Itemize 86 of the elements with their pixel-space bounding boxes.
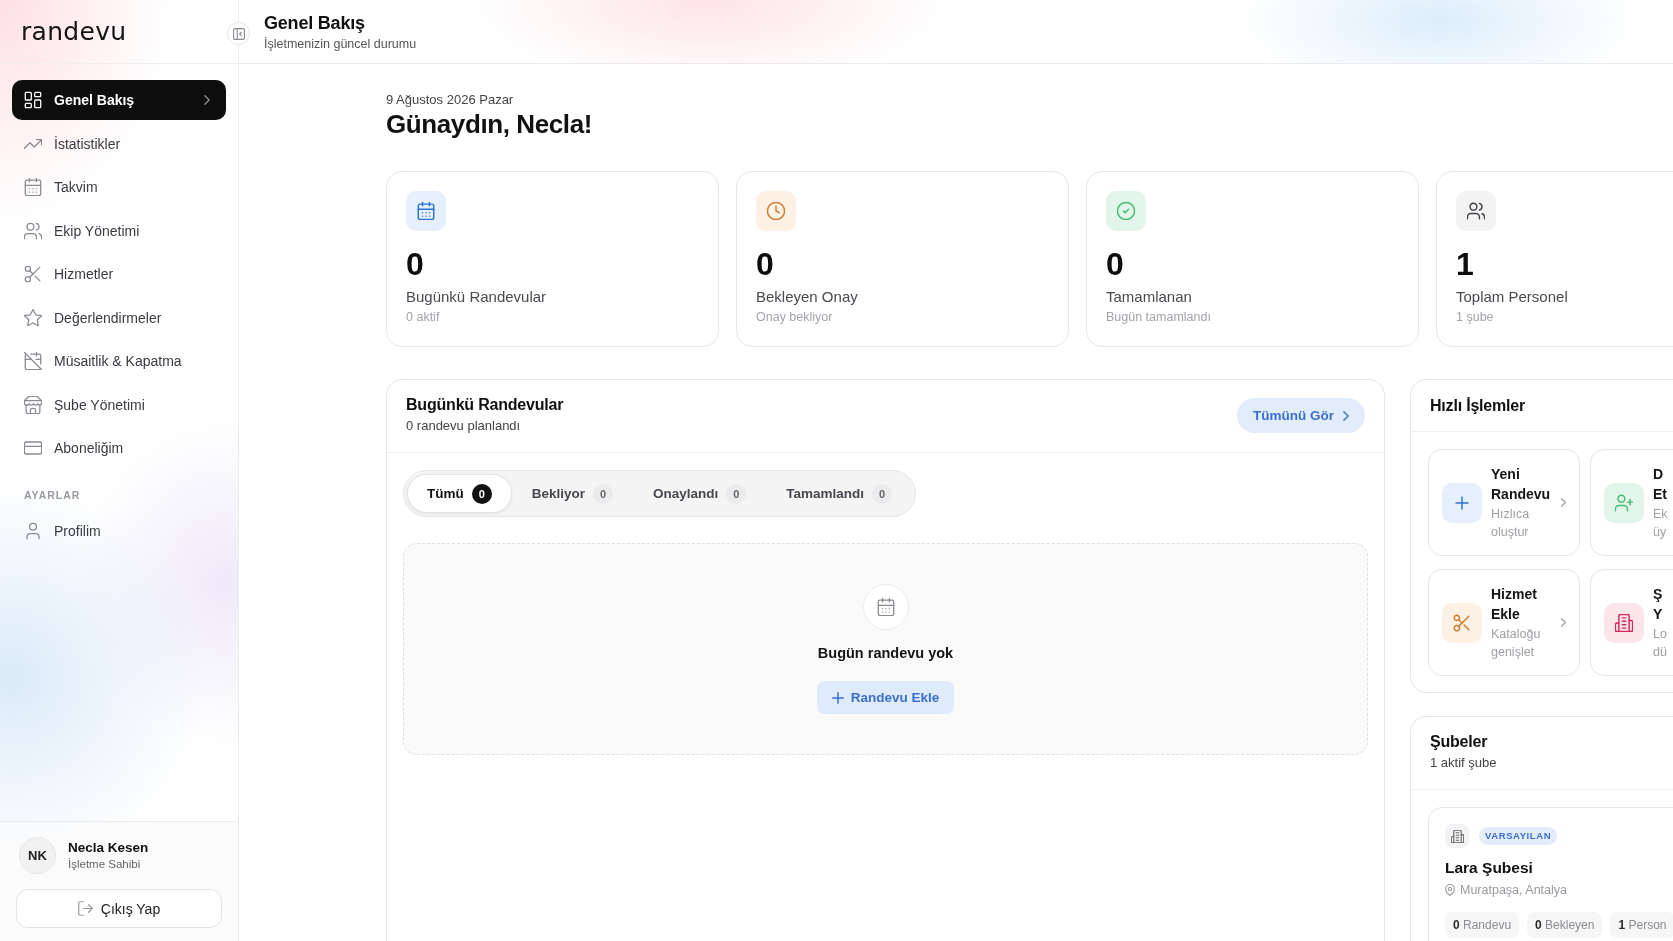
stat-label: Tamamlanan bbox=[1106, 287, 1193, 307]
panel-subtitle: 0 randevu planlandı bbox=[406, 417, 522, 435]
sidebar-item[interactable]: Ekip Yönetimi bbox=[12, 210, 226, 251]
stat-note: Onay bekliyor bbox=[756, 309, 834, 325]
stat-label: Toplam Personel bbox=[1456, 287, 1569, 307]
stat-label: Bugünkü Randevular bbox=[406, 287, 548, 307]
users-icon bbox=[24, 221, 42, 240]
panel-subtitle: 1 aktif şube bbox=[1430, 754, 1497, 772]
store-icon bbox=[24, 395, 42, 414]
sidebar-item[interactable]: Hizmetler bbox=[12, 254, 226, 294]
scissors-icon bbox=[24, 265, 42, 283]
logout-button[interactable]: Çıkış Yap bbox=[16, 889, 222, 928]
stat-value: 0 bbox=[756, 246, 775, 282]
panel-title: Bugünkü Randevular bbox=[406, 395, 564, 415]
stat-value: 0 bbox=[406, 246, 425, 282]
add-appointment-button[interactable]: Randevu Ekle bbox=[816, 681, 955, 714]
stat-note: Bugün tamamlandı bbox=[1106, 309, 1212, 325]
count-badge: 0 bbox=[872, 483, 893, 504]
credit-card-icon bbox=[24, 439, 42, 457]
plus-icon bbox=[831, 691, 844, 704]
stat-value: 1 bbox=[1456, 246, 1475, 282]
quick-action-card[interactable]: Hizmet Ekle Kataloğu genişlet bbox=[1428, 569, 1580, 676]
action-description: Hızlıca oluştur bbox=[1491, 506, 1531, 541]
branch-name: Lara Şubesi bbox=[1445, 858, 1534, 878]
chevron-right-icon bbox=[1561, 498, 1566, 507]
calendar-icon bbox=[862, 584, 909, 630]
default-badge: VARSAYILAN bbox=[1479, 827, 1558, 845]
logo-wordmark: randevu bbox=[21, 17, 127, 46]
panel-title: Hızlı İşlemler bbox=[1430, 396, 1526, 416]
count-chip: 1 Person bbox=[1610, 912, 1673, 938]
sidebar-item[interactable]: Genel Bakış bbox=[12, 80, 226, 120]
action-title: Yeni Randevu bbox=[1491, 465, 1551, 504]
logout-icon bbox=[77, 901, 93, 916]
avatar-initials: NK bbox=[19, 837, 56, 874]
action-description: Lo dü bbox=[1653, 626, 1667, 661]
page-title: Genel Bakış bbox=[264, 11, 366, 34]
page-subtitle: İşletmenizin güncel durumu bbox=[264, 35, 418, 52]
quick-action-card[interactable]: D Et Ek üy bbox=[1590, 449, 1673, 556]
user-name: Necla Kesen bbox=[68, 839, 149, 857]
stat-note: 0 aktif bbox=[406, 309, 441, 325]
action-title: D Et bbox=[1653, 465, 1668, 504]
count-badge: 0 bbox=[593, 483, 614, 504]
sidebar-item[interactable]: Müsaitlik & Kapatma bbox=[12, 341, 226, 381]
count-chip: 0 Randevu bbox=[1445, 912, 1520, 938]
filter-tab[interactable]: Tümü 0 bbox=[407, 474, 512, 513]
map-pin-icon bbox=[1445, 884, 1455, 896]
filter-tab[interactable]: Bekliyor 0 bbox=[511, 474, 634, 513]
panel-title: Şubeler bbox=[1430, 732, 1489, 752]
sidebar-item[interactable]: Aboneliğim bbox=[12, 428, 226, 468]
count-badge: 0 bbox=[726, 483, 747, 504]
calendar-off-icon bbox=[24, 352, 42, 370]
branch-location: Muratpaşa, Antalya bbox=[1460, 882, 1567, 899]
quick-action-card[interactable]: Yeni Randevu Hızlıca oluştur bbox=[1428, 449, 1580, 556]
greeting-heading: Günaydın, Necla! bbox=[386, 108, 593, 140]
action-description: Kataloğu genişlet bbox=[1491, 626, 1541, 661]
action-title: Hizmet Ekle bbox=[1491, 585, 1538, 624]
chevron-right-icon bbox=[1561, 618, 1566, 627]
star-icon bbox=[24, 308, 42, 327]
sidebar-item[interactable]: Takvim bbox=[12, 167, 226, 207]
count-badge: 0 bbox=[471, 483, 492, 504]
action-description: Ek üy bbox=[1653, 506, 1668, 541]
section-heading: AYARLAR bbox=[24, 487, 82, 502]
filter-tab[interactable]: Tamamlandı 0 bbox=[766, 474, 913, 513]
sidebar-item[interactable]: Değerlendirmeler bbox=[12, 297, 226, 338]
dashboard-grid-icon bbox=[24, 91, 42, 109]
calendar-icon bbox=[24, 178, 42, 196]
stat-label: Bekleyen Onay bbox=[756, 287, 859, 307]
sidebar-item[interactable]: Profilim bbox=[12, 510, 226, 551]
chevron-right-icon bbox=[204, 95, 210, 105]
action-title: Ş Y bbox=[1653, 585, 1664, 624]
sidebar-item[interactable]: İstatistikler bbox=[12, 123, 226, 164]
view-all-button[interactable]: Tümünü Gör bbox=[1237, 398, 1365, 433]
empty-message: Bugün randevu yok bbox=[817, 644, 954, 662]
sidebar-item[interactable]: Şube Yönetimi bbox=[12, 384, 226, 425]
filter-tab[interactable]: Onaylandı 0 bbox=[633, 474, 767, 513]
user-role: İşletme Sahibi bbox=[68, 857, 142, 872]
date-text: 9 Ağustos 2026 Pazar bbox=[386, 92, 515, 108]
stat-value: 0 bbox=[1106, 246, 1125, 282]
count-chip: 0 Bekleyen bbox=[1527, 912, 1603, 938]
branch-card[interactable]: VARSAYILAN Lara Şubesi Muratpaşa, Antalya 0 Randevu 0 Bekleyen 1 Person bbox=[1428, 807, 1673, 941]
user-icon bbox=[24, 521, 42, 540]
panel-left-icon bbox=[232, 27, 245, 40]
quick-action-card[interactable]: Ş Y Lo dü bbox=[1590, 569, 1673, 676]
building-icon bbox=[1445, 824, 1469, 848]
stat-note: 1 şube bbox=[1456, 309, 1495, 325]
chevron-right-icon bbox=[1343, 410, 1349, 421]
